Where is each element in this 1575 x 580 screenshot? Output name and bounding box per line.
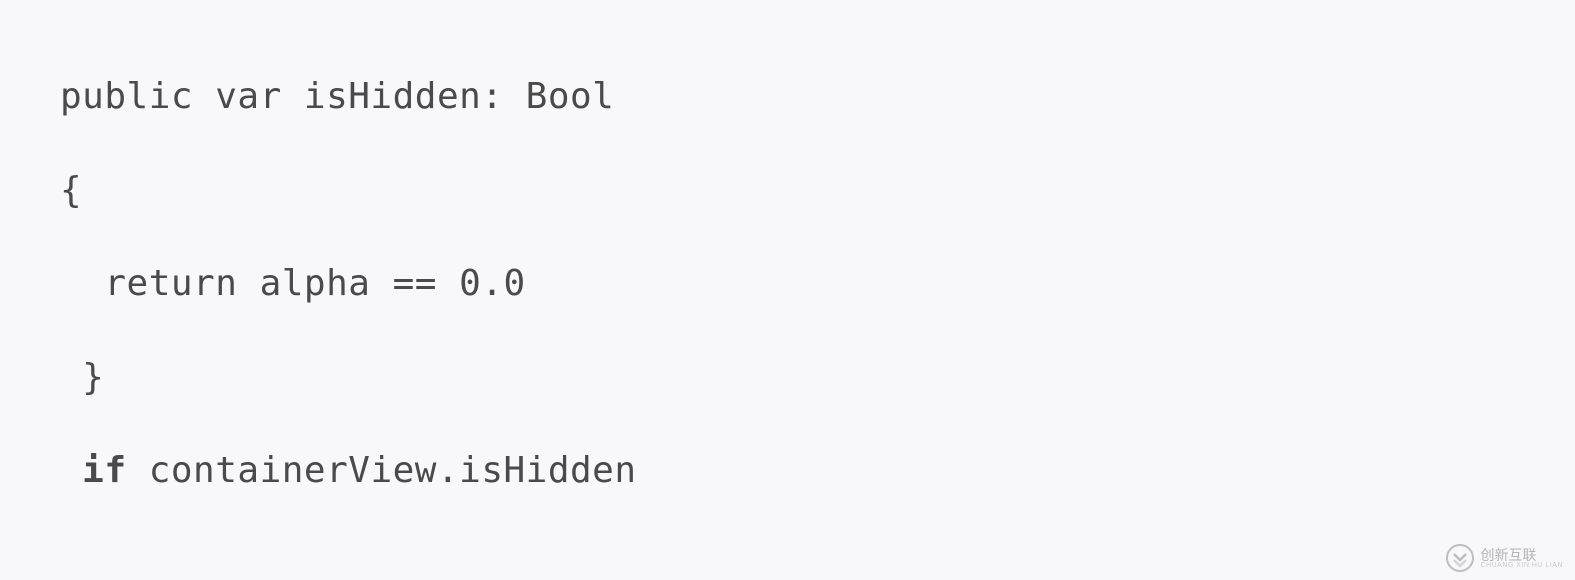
code-line-5-rest: containerView.isHidden [127,450,637,491]
code-line-1: public var isHidden: Bool [60,50,1515,144]
code-line-4: } [60,331,1515,425]
watermark-text: 创新互联 CHUANG XIN HU LIAN [1480,548,1563,569]
keyword-if: if [60,450,127,491]
watermark-main-text: 创新互联 [1480,548,1563,562]
code-line-5: if containerView.isHidden [60,424,1515,518]
watermark-sub-text: CHUANG XIN HU LIAN [1480,562,1563,569]
watermark: 创新互联 CHUANG XIN HU LIAN [1446,544,1563,572]
code-line-2: { [60,144,1515,238]
watermark-logo-icon [1446,544,1474,572]
code-line-3: return alpha == 0.0 [60,237,1515,331]
code-block: public var isHidden: Bool { return alpha… [0,0,1575,568]
